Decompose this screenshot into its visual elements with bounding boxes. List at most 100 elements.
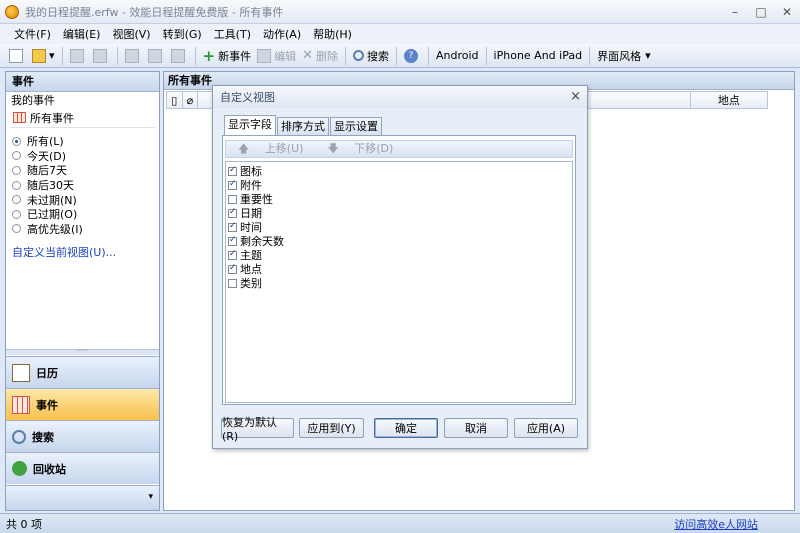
move-down-label: 下移(D) <box>354 141 394 155</box>
filter-not-expired[interactable]: 未过期(N) <box>6 192 159 207</box>
print-preview-icon <box>92 48 107 63</box>
close-window-button[interactable]: ✕ <box>774 0 800 24</box>
all-events-label: 所有事件 <box>30 111 74 125</box>
paste-button[interactable] <box>168 46 191 66</box>
field-item[interactable]: 主题 <box>226 248 572 262</box>
apply-button[interactable]: 应用(A) <box>514 418 578 438</box>
filter-label: 未过期(N) <box>27 193 77 207</box>
radio-button[interactable] <box>12 136 21 146</box>
menu-bar: 文件(F) 编辑(E) 视图(V) 转到(G) 工具(T) 动作(A) 帮助(H… <box>0 24 800 44</box>
nav-recycle[interactable]: 回收站 <box>6 452 159 484</box>
tab-sort-order[interactable]: 排序方式 <box>277 117 329 135</box>
customize-view-link[interactable]: 自定义当前视图(U)... <box>6 244 159 260</box>
filter-all[interactable]: 所有(L) <box>6 134 159 149</box>
search-button[interactable]: 搜索 <box>350 46 392 66</box>
delete-label: 删除 <box>316 49 339 63</box>
new-file-button[interactable] <box>6 46 29 66</box>
item-count: 共 0 项 <box>6 517 42 531</box>
theme-dropdown[interactable]: 界面风格 ▾ <box>594 46 654 66</box>
column-location[interactable]: 地点 <box>691 92 767 108</box>
filter-next-30-days[interactable]: 随后30天 <box>6 178 159 193</box>
filter-next-7-days[interactable]: 随后7天 <box>6 163 159 178</box>
radio-button[interactable] <box>12 195 21 205</box>
minimize-button[interactable]: – <box>722 0 748 24</box>
website-link[interactable]: 访问高效e人网站 <box>674 516 758 532</box>
menu-help[interactable]: 帮助(H) <box>307 26 358 42</box>
nav-search[interactable]: 搜索 <box>6 420 159 452</box>
iphone-button[interactable]: iPhone And iPad <box>491 46 586 66</box>
toolbar-separator <box>194 46 196 65</box>
cancel-button[interactable]: 取消 <box>444 418 508 438</box>
scissors-icon <box>124 48 139 63</box>
field-checkbox[interactable] <box>228 165 237 176</box>
maximize-button[interactable]: □ <box>748 0 774 24</box>
restore-default-button[interactable]: 恢复为默认(R) <box>221 416 294 443</box>
field-checkbox[interactable] <box>228 249 237 260</box>
customize-view-dialog: 自定义视图 × 显示字段 排序方式 显示设置 🡅 上移(U) 🡇 下移(D) 图… <box>212 85 588 449</box>
paste-icon <box>170 48 185 63</box>
field-item[interactable]: 图标 <box>226 164 572 178</box>
copy-button[interactable] <box>145 46 168 66</box>
delete-x-icon: ✕ <box>302 48 314 63</box>
field-checkbox[interactable] <box>228 194 237 204</box>
open-file-button[interactable]: ▾ <box>29 46 58 66</box>
ok-button[interactable]: 确定 <box>374 418 438 438</box>
tab-display-fields[interactable]: 显示字段 <box>224 115 276 135</box>
edit-button[interactable]: 编辑 <box>254 46 299 66</box>
filter-expired[interactable]: 已过期(O) <box>6 207 159 222</box>
field-checkbox[interactable] <box>228 235 237 246</box>
radio-button[interactable] <box>12 209 21 219</box>
field-checkbox[interactable] <box>228 263 237 274</box>
apply-to-button[interactable]: 应用到(Y) <box>299 418 364 438</box>
field-item[interactable]: 地点 <box>226 262 572 276</box>
android-button[interactable]: Android <box>433 46 482 66</box>
field-item[interactable]: 附件 <box>226 178 572 192</box>
field-checkbox[interactable] <box>228 207 237 218</box>
menu-file[interactable]: 文件(F) <box>8 26 57 42</box>
copy-icon <box>147 48 162 63</box>
menu-tools[interactable]: 工具(T) <box>208 26 257 42</box>
column-icon[interactable]: ▯ <box>167 92 183 108</box>
chevron-down-icon: ▾ <box>645 49 651 62</box>
field-item[interactable]: 剩余天数 <box>226 234 572 248</box>
delete-button[interactable]: ✕ 删除 <box>299 46 341 66</box>
new-event-button[interactable]: + 新事件 <box>200 46 255 66</box>
print-preview-button[interactable] <box>90 46 113 66</box>
filter-high-priority[interactable]: 高优先级(I) <box>6 222 159 237</box>
field-checkbox[interactable] <box>228 278 237 288</box>
pane-splitter[interactable]: ······ <box>6 349 159 355</box>
menu-view[interactable]: 视图(V) <box>106 26 156 42</box>
tab-display-settings[interactable]: 显示设置 <box>330 117 382 135</box>
field-item[interactable]: 日期 <box>226 206 572 220</box>
field-item[interactable]: 类别 <box>226 276 572 290</box>
theme-label: 界面风格 <box>597 49 642 63</box>
radio-button[interactable] <box>12 165 21 175</box>
menu-edit[interactable]: 编辑(E) <box>57 26 107 42</box>
radio-button[interactable] <box>12 180 21 190</box>
radio-button[interactable] <box>12 224 21 234</box>
arrow-up-icon: 🡅 <box>238 141 253 155</box>
nav-events[interactable]: 事件 <box>6 388 159 420</box>
field-checkbox[interactable] <box>228 179 237 190</box>
radio-button[interactable] <box>12 151 21 161</box>
search-icon <box>353 50 365 61</box>
field-item[interactable]: 重要性 <box>226 192 572 206</box>
column-attachment[interactable]: ⌀ <box>183 92 199 108</box>
field-item[interactable]: 时间 <box>226 220 572 234</box>
menu-goto[interactable]: 转到(G) <box>157 26 208 42</box>
nav-more-button[interactable]: ▾ <box>6 485 159 510</box>
move-up-button[interactable]: 🡅 上移(U) <box>226 140 315 159</box>
print-button[interactable] <box>67 46 90 66</box>
nav-calendar[interactable]: 日历 <box>6 356 159 388</box>
field-checkbox[interactable] <box>228 221 237 232</box>
menu-action[interactable]: 动作(A) <box>257 26 307 42</box>
dialog-close-button[interactable]: × <box>570 89 581 104</box>
all-events-item[interactable]: 所有事件 <box>10 108 155 128</box>
help-button[interactable]: ? <box>401 46 424 66</box>
cut-button[interactable] <box>122 46 145 66</box>
filter-label: 今天(D) <box>27 149 67 163</box>
window-title: 我的日程提醒.erfw - 效能日程提醒免费版 - 所有事件 <box>25 5 284 19</box>
filter-today[interactable]: 今天(D) <box>6 149 159 164</box>
move-down-button[interactable]: 🡇 下移(D) <box>315 140 405 159</box>
arrow-down-icon: 🡇 <box>327 141 343 155</box>
